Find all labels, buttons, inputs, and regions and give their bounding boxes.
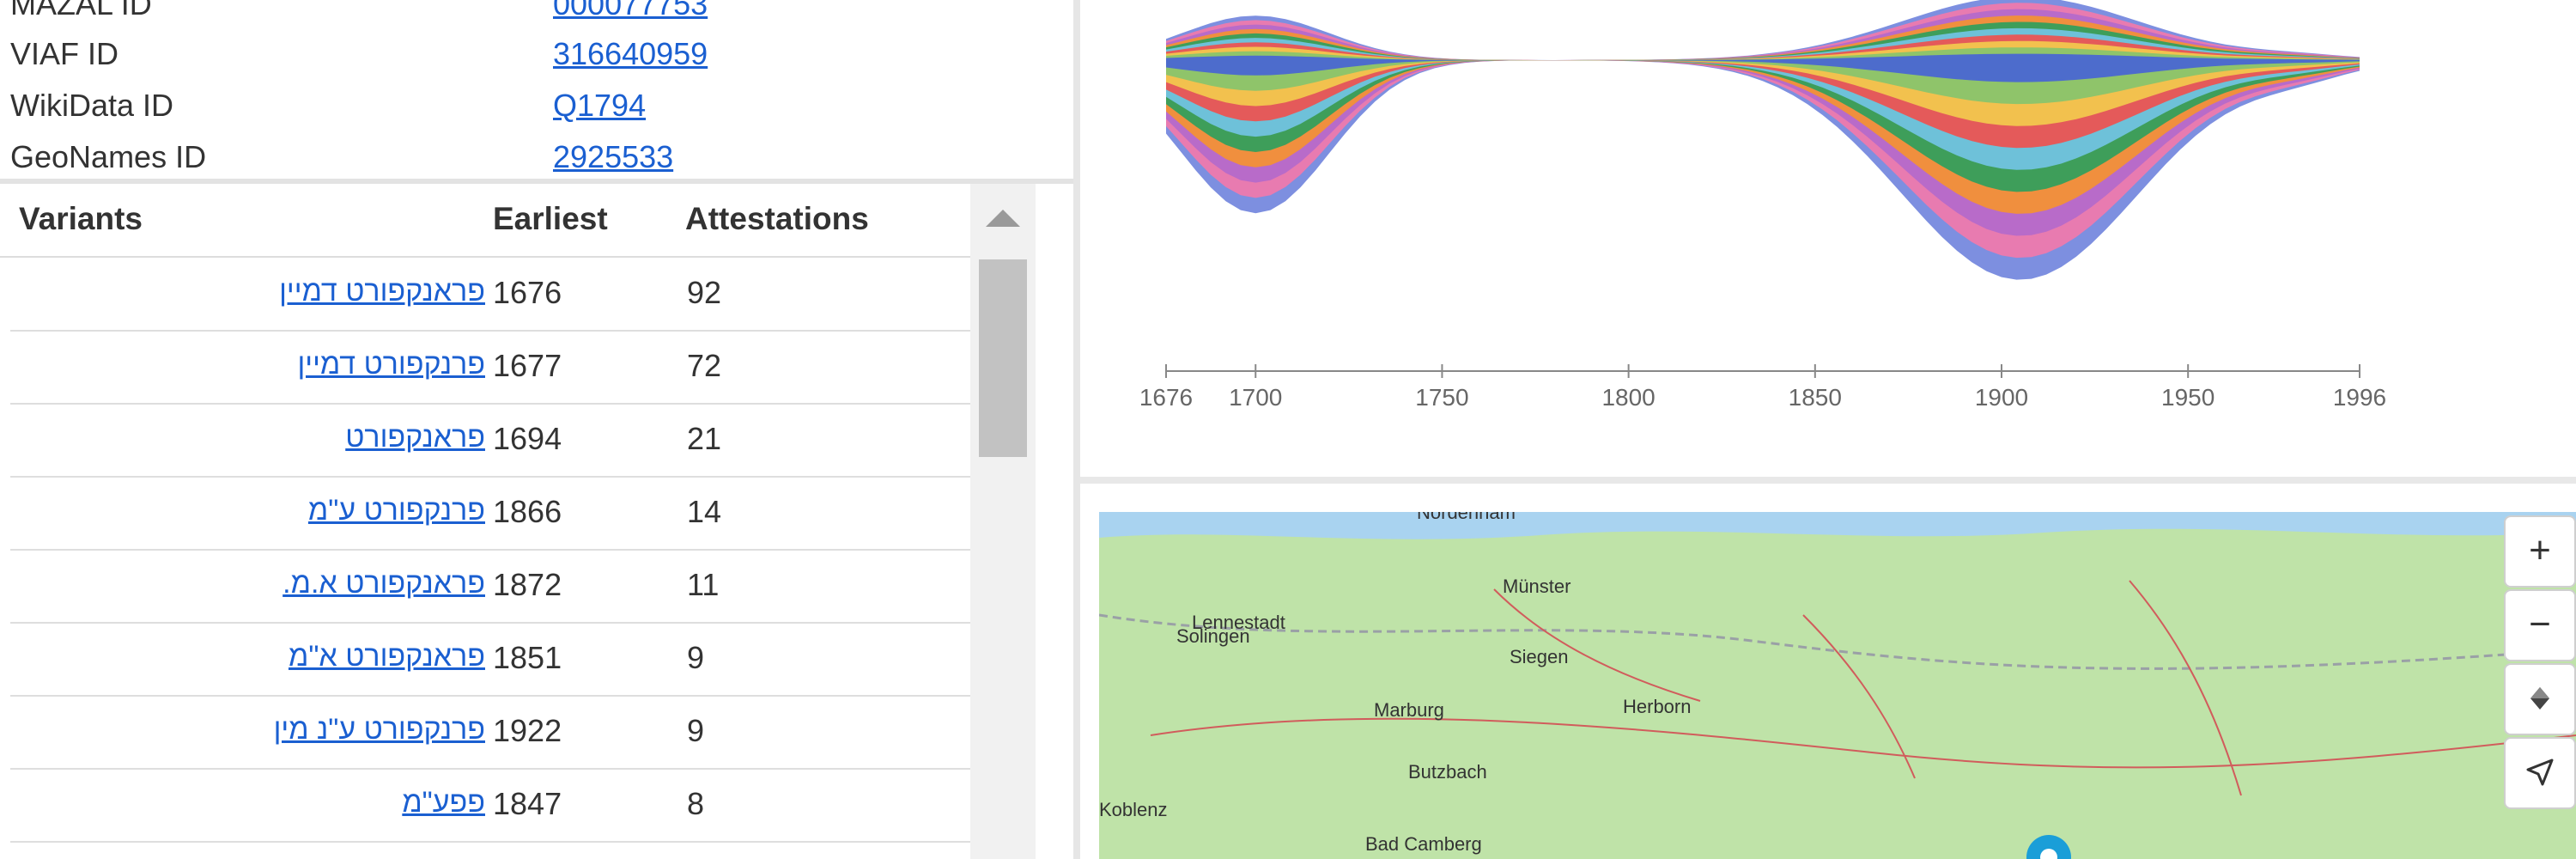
map-view[interactable]: Münster Solingen Siegen Lennestadt Herborn Ma…: [1099, 512, 2576, 859]
column-header-attestations[interactable]: Attestations: [685, 201, 869, 237]
x-tick-label: 1950: [2161, 384, 2215, 411]
locate-arrow-icon: [2526, 758, 2554, 786]
attestation-count: 9: [687, 640, 705, 675]
x-tick-label: 1996: [2333, 384, 2386, 411]
right-pane: 1676 1700 1750 1800 1850 1900 1950 1996 Münster…: [1080, 0, 2576, 859]
earliest-year: 1922: [493, 713, 562, 748]
variant-link[interactable]: פרנקפורט ע"מ: [308, 494, 485, 527]
x-tick-label: 1900: [1975, 384, 2028, 411]
table-row: פראנקפורט א.מ. 1872 11: [10, 550, 970, 624]
table-row: פראנקפורט דמיין 1676 92: [10, 258, 970, 332]
variant-link[interactable]: פראנקפורט א.מ.: [283, 567, 485, 600]
table-row: פראנקפורט 1694 21: [10, 404, 970, 478]
table-row: פרנקפורט ע"מ 1866 14: [10, 477, 970, 551]
map-place-label: Koblenz: [1099, 799, 1168, 820]
table-row: פרנקפורט ע"נ מין 1922 9: [10, 696, 970, 770]
map-place-label: Marburg: [1374, 699, 1444, 721]
earliest-year: 1677: [493, 348, 562, 383]
identifier-row-wikidata: WikiData ID Q1794: [0, 77, 1073, 129]
identifier-row-mazal: MAZAL ID 000077753: [0, 0, 1073, 27]
table-scrollbar[interactable]: [970, 184, 1036, 859]
streamgraph-svg: 1676 1700 1750 1800 1850 1900 1950 1996: [1139, 0, 2386, 411]
map-place-label: Nordenham: [1417, 512, 1516, 523]
left-pane: MAZAL ID 000077753 VIAF ID 316640959 Wik…: [0, 0, 1073, 859]
attestation-count: 21: [687, 421, 722, 456]
attestation-count: 11: [687, 567, 720, 602]
map-place-label: Lennestadt: [1192, 612, 1285, 633]
map-place-label: Herborn: [1623, 696, 1691, 717]
identifier-link[interactable]: 316640959: [553, 36, 708, 72]
attestation-count: 9: [687, 713, 705, 748]
x-tick-label: 1750: [1415, 384, 1468, 411]
identifier-link[interactable]: 2925533: [553, 139, 673, 175]
attestation-count: 14: [687, 494, 722, 529]
table-row: פרנקפורט דמיין 1677 72: [10, 331, 970, 405]
x-tick-label: 1676: [1139, 384, 1193, 411]
map-land: [1099, 512, 2576, 859]
identifier-link[interactable]: 000077753: [553, 0, 708, 22]
locate-button[interactable]: [2504, 737, 2576, 809]
map-canvas[interactable]: MünsterSolingenSiegenLennestadtHerbornMa…: [1099, 512, 2576, 859]
earliest-year: 1847: [493, 786, 562, 821]
table-row: פפע"מ 1847 8: [10, 769, 970, 843]
identifier-row-viaf: VIAF ID 316640959: [0, 26, 1073, 77]
variant-link[interactable]: פראנקפורט א"מ: [289, 640, 485, 673]
map-place-label: Siegen: [1510, 646, 1569, 667]
attestation-count: 72: [687, 348, 722, 383]
variant-link[interactable]: פראנקפורט דמיין: [279, 275, 485, 308]
column-header-earliest[interactable]: Earliest: [493, 201, 608, 237]
attestation-count: 92: [687, 275, 722, 310]
identifier-label: VIAF ID: [10, 36, 119, 71]
variant-link[interactable]: פראנקפורט: [345, 421, 485, 454]
variant-link[interactable]: פרנקפורט דמיין: [297, 348, 485, 381]
zoom-in-button[interactable]: +: [2504, 515, 2576, 588]
column-header-variants[interactable]: Variants: [19, 201, 143, 237]
identifier-label: MAZAL ID: [10, 0, 152, 21]
identifier-label: GeoNames ID: [10, 139, 207, 174]
map-place-label: Bad Camberg: [1365, 833, 1482, 855]
map-place-label: Butzbach: [1408, 761, 1487, 783]
compass-icon: [2530, 687, 2549, 710]
streamgraph-chart: 1676 1700 1750 1800 1850 1900 1950 1996: [1080, 0, 2576, 477]
earliest-year: 1851: [493, 640, 562, 675]
table-row: פראנקפורט א"מ 1851 9: [10, 623, 970, 697]
earliest-year: 1872: [493, 567, 562, 602]
identifier-link[interactable]: Q1794: [553, 88, 646, 124]
compass-button[interactable]: [2504, 663, 2576, 735]
x-tick-label: 1800: [1601, 384, 1655, 411]
earliest-year: 1694: [493, 421, 562, 456]
zoom-out-button[interactable]: −: [2504, 589, 2576, 661]
map-place-label: Münster: [1503, 576, 1571, 597]
variants-table-header: Variants Earliest Attestations: [0, 184, 970, 258]
x-tick-label: 1700: [1229, 384, 1282, 411]
variant-link[interactable]: פרנקפורט ע"נ מין: [274, 713, 485, 746]
identifier-row-geonames: GeoNames ID 2925533: [0, 129, 1073, 180]
variant-link[interactable]: פפע"מ: [402, 786, 485, 819]
earliest-year: 1676: [493, 275, 562, 310]
identifier-label: WikiData ID: [10, 88, 174, 123]
attestation-count: 8: [687, 786, 705, 821]
x-tick-label: 1850: [1789, 384, 1842, 411]
scroll-up-arrow-icon[interactable]: [986, 210, 1020, 227]
earliest-year: 1866: [493, 494, 562, 529]
scroll-thumb[interactable]: [979, 259, 1027, 457]
section-divider: [1080, 477, 2576, 484]
pane-divider[interactable]: [1073, 0, 1080, 859]
